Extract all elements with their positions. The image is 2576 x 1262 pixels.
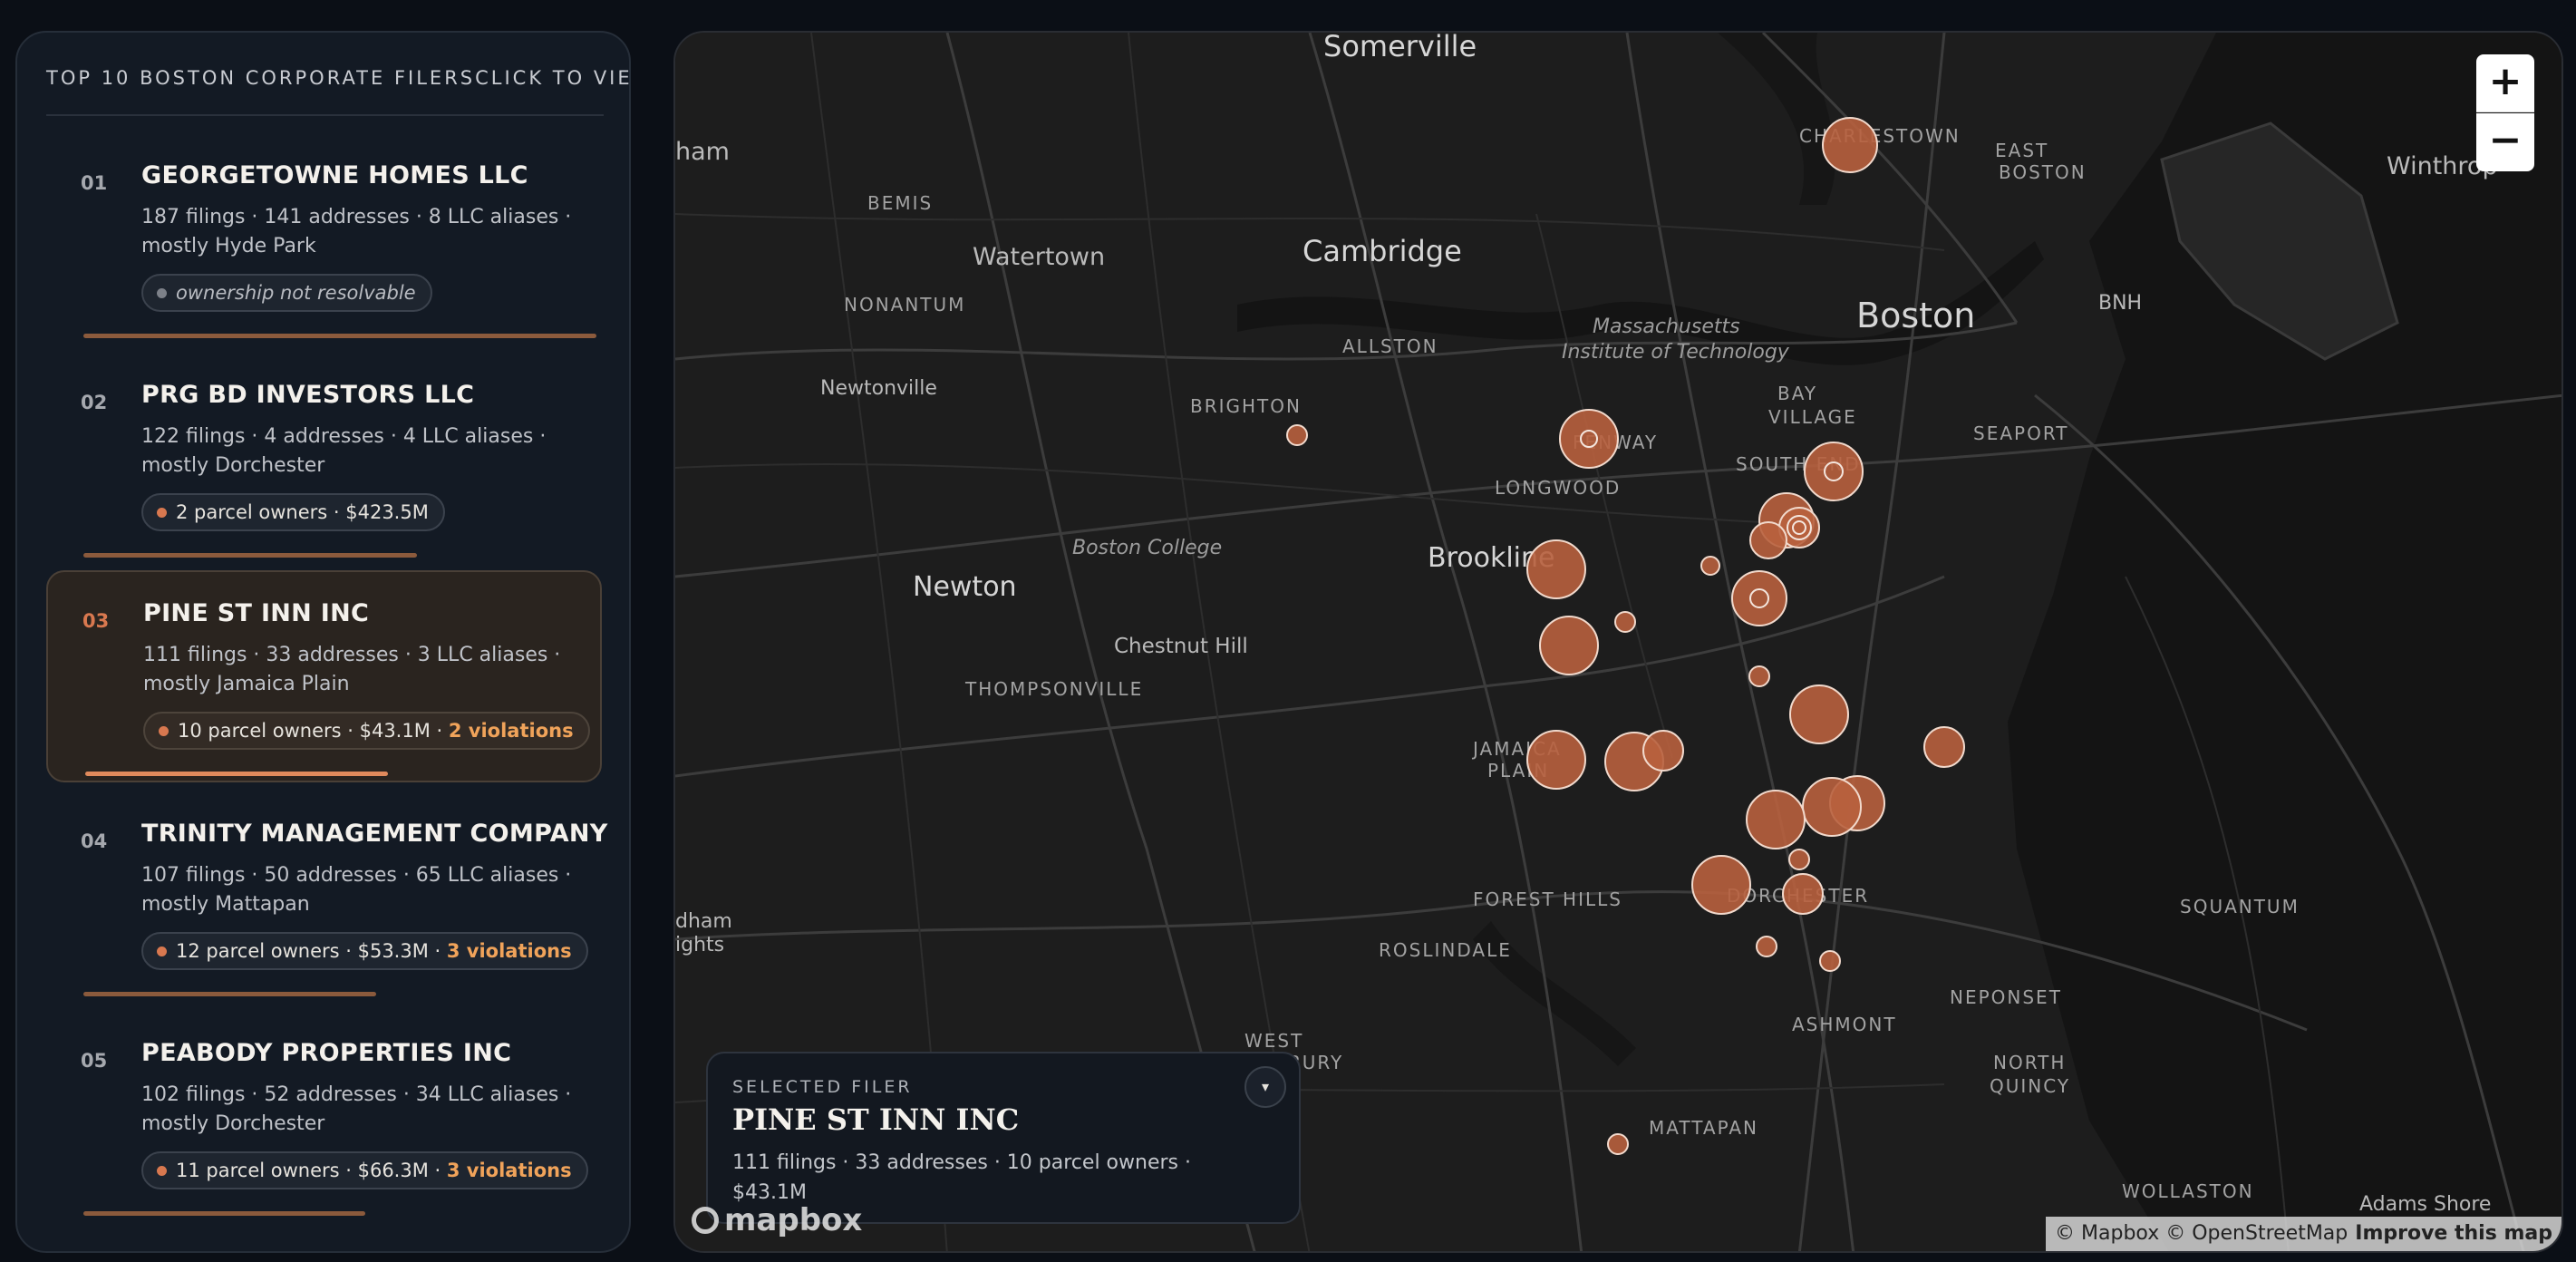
filing-count-bar [83,334,596,338]
property-marker[interactable] [1804,442,1864,501]
filer-rank: 01 [81,172,108,194]
property-marker[interactable] [1819,950,1841,972]
ownership-badge: ownership not resolvable [141,274,432,312]
ownership-badge: 10 parcel owners · $43.1M · 2 violations [143,712,590,750]
filing-count-bar [83,1211,365,1216]
filer-meta: 122 filings · 4 addresses · 4 LLC aliase… [141,425,547,477]
property-marker[interactable] [1526,539,1586,599]
filer-card[interactable]: 04 TRINITY MANAGEMENT COMPANY 107 filing… [46,792,607,1005]
property-marker[interactable] [1539,616,1599,675]
property-marker[interactable] [1788,849,1810,870]
mapbox-wordmark: mapbox [724,1202,863,1238]
filer-meta: 102 filings · 52 addresses · 34 LLC alia… [141,1083,572,1135]
improve-map-link[interactable]: Improve this map [2355,1222,2552,1245]
property-marker[interactable] [1642,730,1684,772]
chevron-down-icon[interactable]: ▾ [1244,1066,1286,1108]
property-marker[interactable] [1923,726,1965,768]
filer-list-panel: TOP 10 BOSTON CORPORATE FILERSCLICK TO V… [15,31,631,1253]
violations-count: 3 violations [446,940,572,962]
property-marker[interactable] [1756,936,1777,957]
filing-count-bar [83,553,417,558]
status-dot-icon [157,288,167,298]
property-marker[interactable] [1286,424,1308,446]
filer-meta: 187 filings · 141 addresses · 8 LLC alia… [141,206,572,257]
property-marker[interactable] [1526,730,1586,790]
property-marker[interactable] [1748,665,1770,687]
filer-card[interactable]: 02 PRG BD INVESTORS LLC 122 filings · 4 … [46,354,602,566]
map-canvas[interactable]: Somerville Cambridge Boston Watertown Br… [673,31,2563,1253]
header-divider [46,114,604,116]
map-attribution: © Mapbox © OpenStreetMap Improve this map [2046,1217,2561,1251]
ownership-badge: 12 parcel owners · $53.3M · 3 violations [141,932,588,970]
selected-filer-meta: 111 filings · 33 addresses · 10 parcel o… [732,1151,1191,1204]
filer-card[interactable]: 05 PEABODY PROPERTIES INC 102 filings · … [46,1012,602,1224]
property-marker[interactable] [1782,873,1824,915]
filer-rank: 04 [81,830,108,852]
ownership-badge: 2 parcel owners · $423.5M [141,493,445,531]
selected-filer-label: SELECTED FILER [732,1077,913,1097]
ownership-text: 11 parcel owners · $66.3M · [176,1160,447,1181]
filer-rank: 02 [81,392,108,413]
property-marker[interactable] [1802,777,1862,837]
property-marker[interactable] [1822,117,1878,173]
property-marker[interactable] [1749,521,1787,559]
ownership-text: ownership not resolvable [176,282,416,304]
mapbox-logo[interactable]: mapbox [692,1202,862,1238]
filer-meta: 111 filings · 33 addresses · 3 LLC alias… [143,644,561,695]
property-marker[interactable] [1691,855,1751,915]
violations-count: 2 violations [448,720,574,742]
property-marker[interactable] [1614,611,1636,633]
property-marker[interactable] [1607,1133,1629,1155]
filer-meta: 107 filings · 50 addresses · 65 LLC alia… [141,864,572,916]
property-marker[interactable] [1700,556,1720,576]
filer-card[interactable]: 01 GEORGETOWNE HOMES LLC 187 filings · 1… [46,134,602,346]
zoom-in-button[interactable]: + [2476,54,2534,112]
attribution-text: © Mapbox © OpenStreetMap [2055,1222,2348,1245]
ownership-text: 12 parcel owners · $53.3M · [176,940,447,962]
status-dot-icon [159,726,169,736]
status-dot-icon [157,946,167,956]
mapbox-ring-icon [692,1207,719,1234]
status-dot-icon [157,1166,167,1176]
selected-filer-panel: SELECTED FILER PINE ST INN INC 111 filin… [706,1052,1301,1224]
filer-name: PRG BD INVESTORS LLC [141,381,475,409]
property-marker[interactable] [1746,790,1806,849]
filer-name: PINE ST INN INC [143,599,370,627]
selected-filer-name: PINE ST INN INC [732,1102,1020,1137]
ownership-badge: 11 parcel owners · $66.3M · 3 violations [141,1151,588,1189]
ownership-text: 2 parcel owners · $423.5M [176,501,429,523]
zoom-out-button[interactable]: − [2476,113,2534,171]
filer-rank: 05 [81,1050,108,1072]
property-marker[interactable] [1789,684,1849,744]
filer-rank: 03 [82,610,110,632]
filing-count-bar [83,992,376,996]
filer-name: PEABODY PROPERTIES INC [141,1039,512,1067]
filer-name: TRINITY MANAGEMENT COMPANY [141,820,608,848]
filer-name: GEORGETOWNE HOMES LLC [141,161,528,189]
status-dot-icon [157,508,167,518]
violations-count: 3 violations [446,1160,572,1181]
list-header: TOP 10 BOSTON CORPORATE FILERSCLICK TO V… [46,67,631,89]
property-marker[interactable] [1731,570,1787,626]
ownership-text: 10 parcel owners · $43.1M · [178,720,449,742]
property-marker[interactable] [1559,409,1619,469]
filer-card-selected[interactable]: 03 PINE ST INN INC 111 filings · 33 addr… [46,570,602,782]
filing-count-bar [85,772,388,776]
